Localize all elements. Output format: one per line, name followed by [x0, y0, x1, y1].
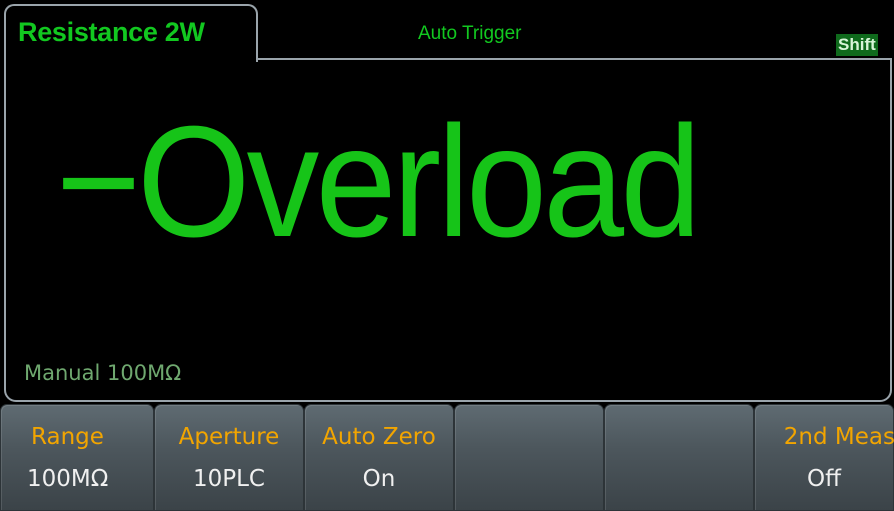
- softkey-value: 100MΩ: [27, 466, 109, 492]
- softkey-label: Range: [31, 424, 104, 450]
- shift-indicator-badge: Shift: [836, 34, 878, 56]
- trigger-mode-label: Auto Trigger: [418, 23, 522, 44]
- softkey-bar: Range 100MΩ Aperture 10PLC Auto Zero On …: [0, 404, 894, 511]
- softkey-blank-4[interactable]: [454, 404, 604, 511]
- softkey-value: 10PLC: [192, 466, 265, 492]
- softkey-label: 2nd Meas: [783, 424, 894, 450]
- softkey-label: Aperture: [178, 424, 280, 450]
- softkey-label: Auto Zero: [322, 424, 436, 450]
- softkey-blank-5[interactable]: [604, 404, 754, 511]
- softkey-value: On: [362, 466, 396, 492]
- display-frame: [4, 58, 892, 402]
- softkey-value: Off: [807, 466, 841, 492]
- softkey-auto-zero[interactable]: Auto Zero On: [304, 404, 454, 511]
- softkey-2nd-meas[interactable]: 2nd Meas Off: [754, 404, 894, 511]
- measurement-function-label: Resistance 2W: [18, 17, 205, 47]
- softkey-aperture[interactable]: Aperture 10PLC: [154, 404, 304, 511]
- softkey-range[interactable]: Range 100MΩ: [0, 404, 154, 511]
- meter-display-screen: Resistance 2W Auto Trigger Shift −Overlo…: [0, 0, 894, 511]
